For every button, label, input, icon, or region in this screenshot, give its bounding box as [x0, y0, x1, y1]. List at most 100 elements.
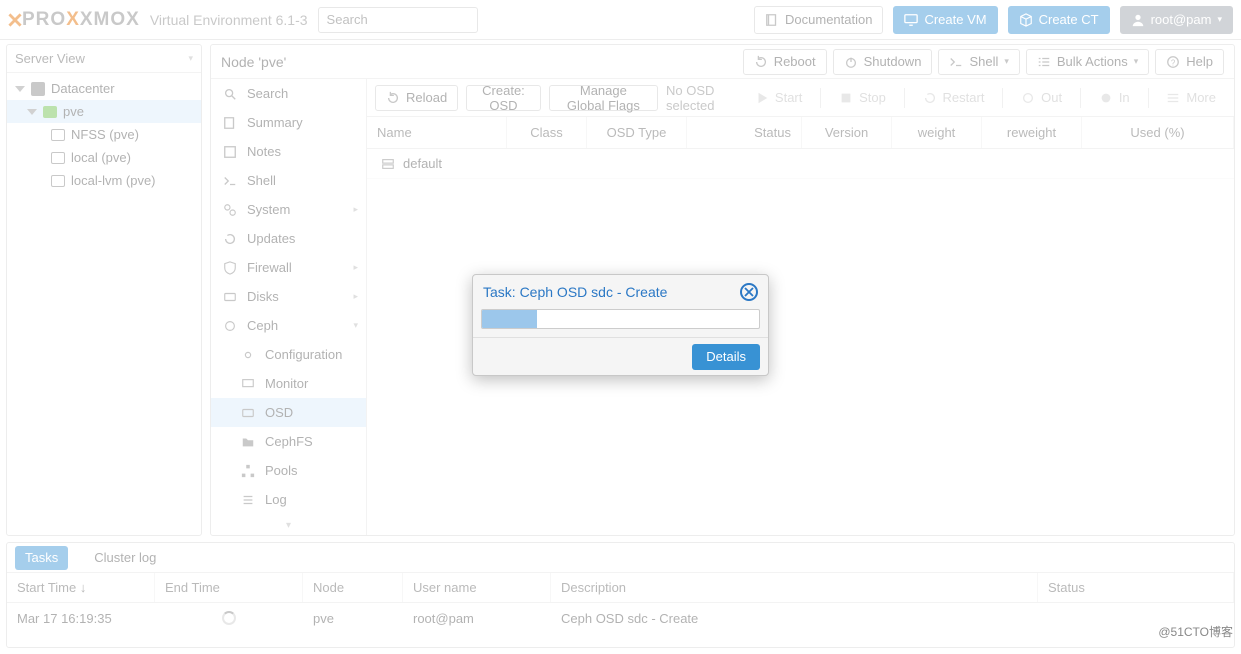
watermark: @51CTO博客: [1158, 623, 1233, 640]
menu-ceph-log[interactable]: Log: [211, 485, 366, 514]
server-tree-panel: Server View ▾ Datacenter pve NFSS (pve) …: [6, 44, 202, 536]
details-button[interactable]: Details: [692, 344, 760, 370]
tree-node-pve[interactable]: pve: [7, 100, 201, 123]
reboot-button[interactable]: Reboot: [743, 49, 827, 75]
stop-button[interactable]: Stop: [829, 85, 896, 111]
out-button[interactable]: Out: [1011, 85, 1072, 111]
logo-text-xmox: XMOX: [80, 9, 140, 31]
datacenter-label: Datacenter: [51, 81, 115, 96]
menu-shell[interactable]: Shell: [211, 166, 366, 195]
circle-in-icon: [1099, 91, 1113, 105]
menu-search[interactable]: Search: [211, 79, 366, 108]
create-osd-button[interactable]: Create: OSD: [466, 85, 541, 111]
create-vm-button[interactable]: Create VM: [893, 6, 997, 34]
menu-updates[interactable]: Updates: [211, 224, 366, 253]
menu-label: Log: [265, 492, 287, 507]
tab-tasks[interactable]: Tasks: [15, 546, 68, 570]
cell-desc: Ceph OSD sdc - Create: [551, 603, 1038, 633]
col-status[interactable]: Status: [687, 117, 802, 148]
documentation-button[interactable]: Documentation: [754, 6, 883, 34]
separator: [1080, 88, 1081, 108]
col-user[interactable]: User name: [403, 573, 551, 602]
menu-disks[interactable]: Disks▸: [211, 282, 366, 311]
menu-label: Updates: [247, 231, 295, 246]
menu-label: Disks: [247, 289, 279, 304]
menu-ceph-monitor[interactable]: Monitor: [211, 369, 366, 398]
expand-toggle[interactable]: ▾: [211, 514, 366, 535]
log-row[interactable]: Mar 17 16:19:35 pve root@pam Ceph OSD sd…: [7, 603, 1234, 633]
col-description[interactable]: Description: [551, 573, 1038, 602]
ve-version-label: Virtual Environment 6.1-3: [150, 12, 308, 28]
search-icon: [223, 87, 237, 101]
task-log-panel: Tasks Cluster log Start Time ↓ End Time …: [6, 542, 1235, 648]
col-name[interactable]: Name: [367, 117, 507, 148]
more-button[interactable]: More: [1156, 85, 1226, 111]
close-button[interactable]: [740, 283, 758, 301]
expand-icon: [27, 109, 37, 115]
col-class[interactable]: Class: [507, 117, 587, 148]
user-menu-button[interactable]: root@pam ▾: [1120, 6, 1233, 34]
folder-icon: [241, 435, 255, 449]
gears-icon: [223, 203, 237, 217]
tree-storage-local-lvm[interactable]: local-lvm (pve): [7, 169, 201, 192]
start-button[interactable]: Start: [745, 85, 812, 111]
help-button[interactable]: ? Help: [1155, 49, 1224, 75]
menu-ceph[interactable]: Ceph▾: [211, 311, 366, 340]
shell-button[interactable]: Shell ▾: [938, 49, 1019, 75]
dialog-title: Task: Ceph OSD sdc - Create: [483, 284, 667, 300]
col-weight[interactable]: weight: [892, 117, 982, 148]
tree-storage-local[interactable]: local (pve): [7, 146, 201, 169]
terminal-icon: [949, 55, 963, 69]
details-label: Details: [706, 349, 746, 364]
col-end-time[interactable]: End Time: [155, 573, 303, 602]
btn-label: Out: [1041, 90, 1062, 105]
tab-cluster-log[interactable]: Cluster log: [84, 546, 166, 570]
proxmox-logo: PROXXMOX: [8, 9, 140, 31]
menu-label: OSD: [265, 405, 293, 420]
dialog-header: Task: Ceph OSD sdc - Create: [473, 275, 768, 309]
menu-label: Ceph: [247, 318, 278, 333]
restart-button[interactable]: Restart: [913, 85, 995, 111]
dialog-footer: Details: [473, 337, 768, 375]
menu-notes[interactable]: Notes: [211, 137, 366, 166]
col-status[interactable]: Status: [1038, 573, 1234, 602]
monitor-icon: [904, 13, 918, 27]
ceph-icon: [223, 319, 237, 333]
tree-datacenter[interactable]: Datacenter: [7, 77, 201, 100]
menu-label: Notes: [247, 144, 281, 159]
tree-storage-nfss[interactable]: NFSS (pve): [7, 123, 201, 146]
reload-button[interactable]: Reload: [375, 85, 458, 111]
col-osd-type[interactable]: OSD Type: [587, 117, 687, 148]
menu-firewall[interactable]: Firewall▸: [211, 253, 366, 282]
col-reweight[interactable]: reweight: [982, 117, 1082, 148]
menu-system[interactable]: System▸: [211, 195, 366, 224]
col-node[interactable]: Node: [303, 573, 403, 602]
server-view-selector[interactable]: Server View ▾: [7, 45, 201, 73]
manage-flags-button[interactable]: Manage Global Flags: [549, 85, 658, 111]
expand-icon: [15, 86, 25, 92]
search-input[interactable]: [318, 7, 478, 33]
col-used[interactable]: Used (%): [1082, 117, 1234, 148]
in-button[interactable]: In: [1089, 85, 1140, 111]
btn-label: Reload: [406, 90, 447, 105]
menu-ceph-pools[interactable]: Pools: [211, 456, 366, 485]
log-tabs: Tasks Cluster log: [7, 543, 1234, 573]
col-version[interactable]: Version: [802, 117, 892, 148]
bulk-actions-button[interactable]: Bulk Actions ▾: [1026, 49, 1149, 75]
no-osd-label: No OSD selected: [666, 83, 737, 113]
osd-row-default[interactable]: default: [367, 149, 1234, 179]
menu-ceph-configuration[interactable]: Configuration: [211, 340, 366, 369]
side-menu: Search Summary Notes Shell System▸ Updat…: [211, 79, 367, 535]
cell-node: pve: [303, 603, 403, 633]
task-dialog: Task: Ceph OSD sdc - Create Details: [472, 274, 769, 376]
menu-icon: [1166, 91, 1180, 105]
menu-summary[interactable]: Summary: [211, 108, 366, 137]
log-column-header: Start Time ↓ End Time Node User name Des…: [7, 573, 1234, 603]
menu-ceph-cephfs[interactable]: CephFS: [211, 427, 366, 456]
create-ct-button[interactable]: Create CT: [1008, 6, 1110, 34]
top-header: PROXXMOX Virtual Environment 6.1-3 Docum…: [0, 0, 1241, 40]
cell-end: [155, 603, 303, 633]
shutdown-button[interactable]: Shutdown: [833, 49, 933, 75]
col-start-time[interactable]: Start Time ↓: [7, 573, 155, 602]
menu-ceph-osd[interactable]: OSD: [211, 398, 366, 427]
